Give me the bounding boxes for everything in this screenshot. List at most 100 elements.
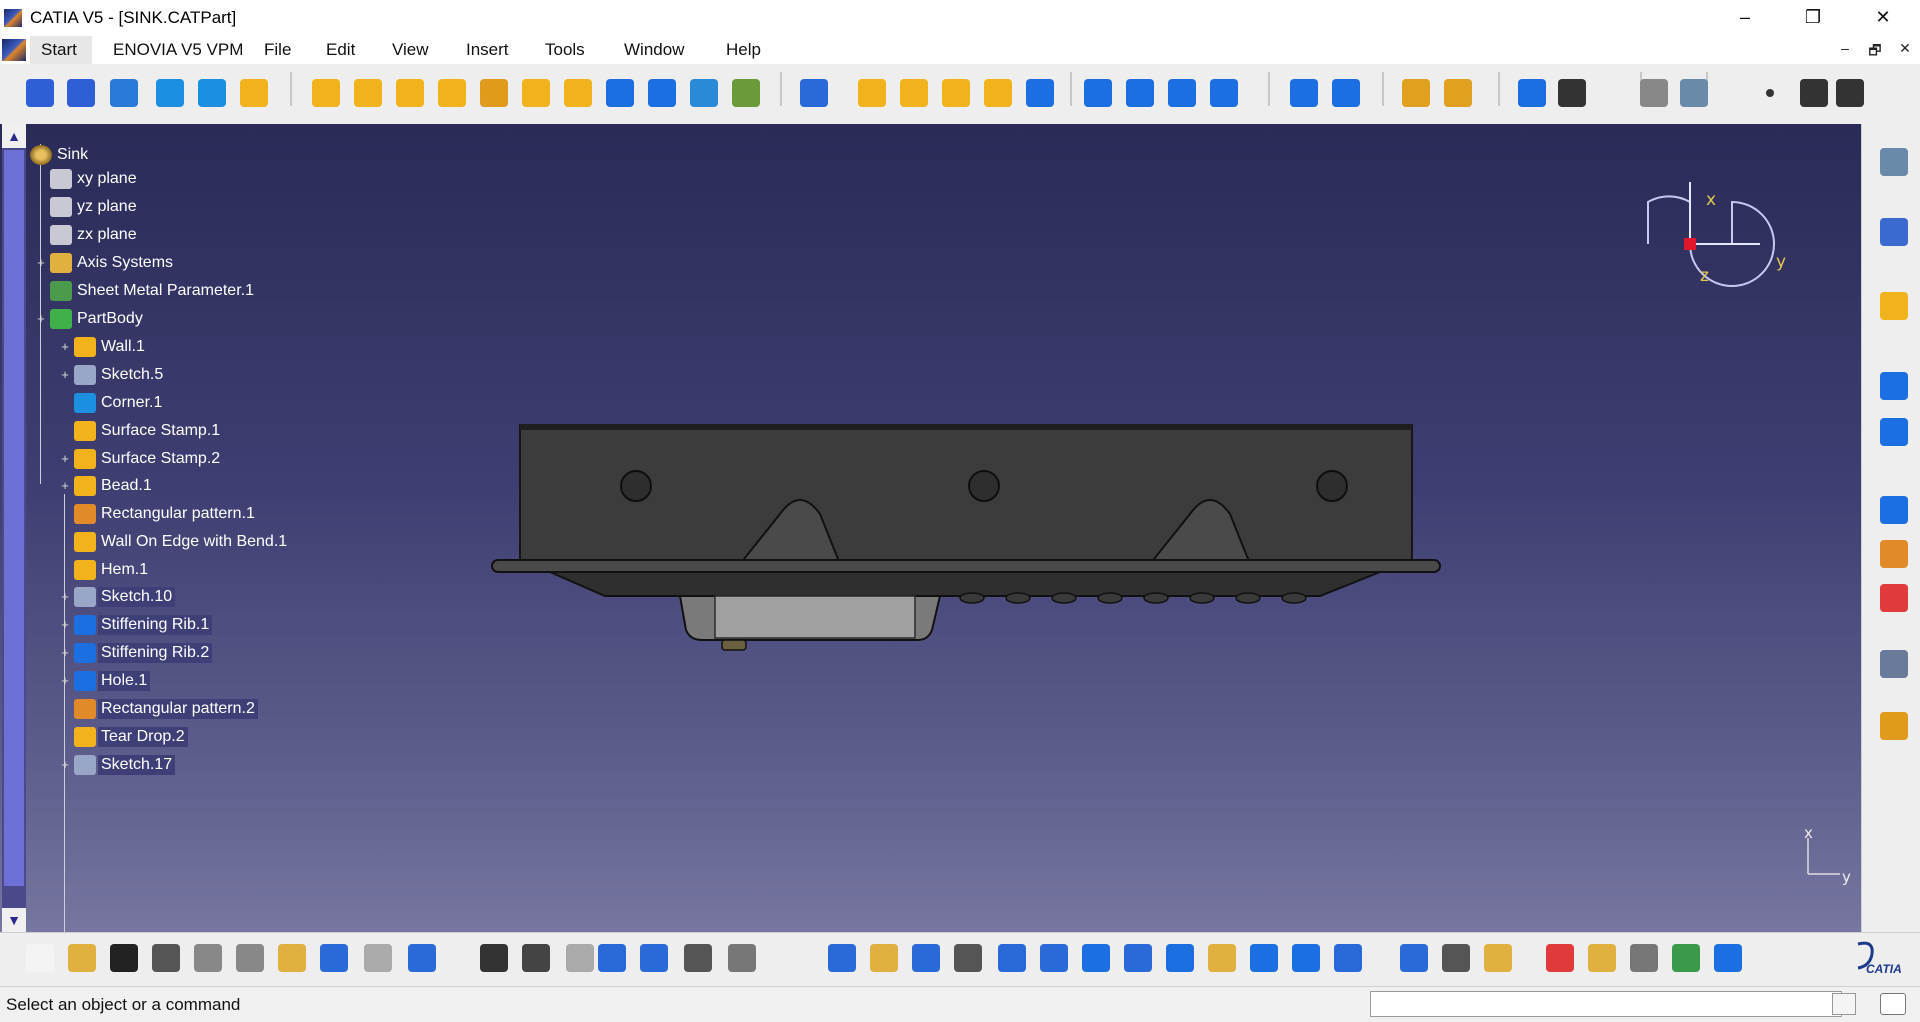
- bottom-toolbar-tool-icon[interactable]: [1400, 944, 1428, 972]
- expand-plus-icon[interactable]: +: [60, 340, 70, 353]
- toolbar-tool-icon[interactable]: [984, 79, 1012, 107]
- toolbar-tool-icon[interactable]: [438, 79, 466, 107]
- tree-node[interactable]: Surface Stamp.2: [74, 448, 223, 470]
- expand-plus-icon[interactable]: +: [60, 646, 70, 659]
- bottom-toolbar-tool-icon[interactable]: [1082, 944, 1110, 972]
- bottom-toolbar-tool-icon[interactable]: [684, 944, 712, 972]
- bottom-toolbar-tool-icon[interactable]: [26, 944, 54, 972]
- toolbar-tool-icon[interactable]: [156, 79, 184, 107]
- scroll-thumb[interactable]: [4, 150, 24, 886]
- tree-node[interactable]: Hem.1: [74, 559, 151, 581]
- toolbar-tool-icon[interactable]: [564, 79, 592, 107]
- expand-plus-icon[interactable]: +: [60, 368, 70, 381]
- close-button[interactable]: ✕: [1860, 0, 1906, 34]
- toolbar-tool-icon[interactable]: [522, 79, 550, 107]
- right-toolbar-tool-icon[interactable]: [1880, 650, 1908, 678]
- bottom-toolbar-tool-icon[interactable]: [566, 944, 594, 972]
- bottom-toolbar-tool-icon[interactable]: [1334, 944, 1362, 972]
- right-toolbar-tool-icon[interactable]: [1880, 148, 1908, 176]
- bottom-toolbar-tool-icon[interactable]: [598, 944, 626, 972]
- expand-plus-icon[interactable]: +: [60, 479, 70, 492]
- bottom-toolbar-tool-icon[interactable]: [728, 944, 756, 972]
- toolbar-tool-icon[interactable]: [1680, 79, 1708, 107]
- menu-start[interactable]: Start: [41, 40, 77, 60]
- bottom-toolbar-tool-icon[interactable]: [912, 944, 940, 972]
- toolbar-tool-icon[interactable]: [1290, 79, 1318, 107]
- bottom-toolbar-tool-icon[interactable]: [828, 944, 856, 972]
- compass[interactable]: [1640, 174, 1810, 304]
- bottom-toolbar-tool-icon[interactable]: [998, 944, 1026, 972]
- right-toolbar-tool-icon[interactable]: [1880, 584, 1908, 612]
- right-toolbar-tool-icon[interactable]: [1880, 540, 1908, 568]
- bottom-toolbar-tool-icon[interactable]: [1166, 944, 1194, 972]
- tree-scrollbar[interactable]: ▲ ▼: [2, 124, 26, 932]
- toolbar-tool-icon[interactable]: [396, 79, 424, 107]
- search-icon[interactable]: [1880, 993, 1906, 1015]
- toolbar-tool-icon[interactable]: [1168, 79, 1196, 107]
- bottom-toolbar-tool-icon[interactable]: [1630, 944, 1658, 972]
- tree-node[interactable]: Wall.1: [74, 336, 148, 358]
- right-toolbar-tool-icon[interactable]: [1880, 372, 1908, 400]
- toolbar-tool-icon[interactable]: [942, 79, 970, 107]
- bottom-toolbar-tool-icon[interactable]: [236, 944, 264, 972]
- toolbar-tool-icon[interactable]: [1444, 79, 1472, 107]
- bottom-toolbar-tool-icon[interactable]: [640, 944, 668, 972]
- menu-insert[interactable]: Insert: [466, 40, 509, 60]
- menu-tools[interactable]: Tools: [545, 40, 585, 60]
- toolbar-tool-icon[interactable]: [198, 79, 226, 107]
- sink-3d-model[interactable]: [470, 424, 1450, 674]
- bottom-toolbar-tool-icon[interactable]: [870, 944, 898, 972]
- tree-node[interactable]: Stiffening Rib.1: [74, 614, 213, 636]
- expand-plus-icon[interactable]: +: [60, 590, 70, 603]
- bottom-toolbar-tool-icon[interactable]: [408, 944, 436, 972]
- toolbar-tool-icon[interactable]: [858, 79, 886, 107]
- toolbar-tool-icon[interactable]: [26, 79, 54, 107]
- bottom-toolbar-tool-icon[interactable]: [152, 944, 180, 972]
- tree-node[interactable]: zx plane: [50, 224, 140, 246]
- menu-edit[interactable]: Edit: [326, 40, 355, 60]
- tree-node[interactable]: Sheet Metal Parameter.1: [50, 280, 257, 302]
- bottom-toolbar-tool-icon[interactable]: [1040, 944, 1068, 972]
- toolbar-tool-icon[interactable]: [110, 79, 138, 107]
- tree-node[interactable]: Rectangular pattern.1: [74, 503, 258, 525]
- expand-plus-icon[interactable]: +: [60, 758, 70, 771]
- right-toolbar-tool-icon[interactable]: [1880, 292, 1908, 320]
- tree-node[interactable]: Sketch.10: [74, 586, 176, 608]
- minimize-button[interactable]: –: [1722, 0, 1768, 34]
- tree-node[interactable]: yz plane: [50, 196, 140, 218]
- menu-file[interactable]: File: [264, 40, 291, 60]
- toolbar-tool-icon[interactable]: [800, 79, 828, 107]
- expand-plus-icon[interactable]: +: [36, 256, 46, 269]
- toolbar-tool-icon[interactable]: [1800, 79, 1828, 107]
- toolbar-tool-icon[interactable]: [1836, 79, 1864, 107]
- bottom-toolbar-tool-icon[interactable]: [1250, 944, 1278, 972]
- tree-node[interactable]: Axis Systems: [50, 252, 176, 274]
- tree-node[interactable]: Wall On Edge with Bend.1: [74, 531, 290, 553]
- bottom-toolbar-tool-icon[interactable]: [1588, 944, 1616, 972]
- restore-button[interactable]: ❐: [1790, 0, 1836, 34]
- tree-root[interactable]: Sink: [30, 144, 91, 166]
- scroll-down-arrow-icon[interactable]: ▼: [2, 908, 26, 932]
- tree-node[interactable]: Corner.1: [74, 392, 165, 414]
- toolbar-tool-icon[interactable]: [312, 79, 340, 107]
- expand-plus-icon[interactable]: +: [60, 618, 70, 631]
- toolbar-tool-icon[interactable]: [732, 79, 760, 107]
- tree-node[interactable]: Bead.1: [74, 475, 155, 497]
- toolbar-tool-icon[interactable]: [1210, 79, 1238, 107]
- tree-node[interactable]: Stiffening Rib.2: [74, 642, 213, 664]
- tree-node[interactable]: Rectangular pattern.2: [74, 698, 258, 720]
- toolbar-tool-icon[interactable]: [1026, 79, 1054, 107]
- catia-menu-icon[interactable]: [2, 39, 26, 61]
- toolbar-tool-icon[interactable]: [1640, 79, 1668, 107]
- bottom-toolbar-tool-icon[interactable]: [1672, 944, 1700, 972]
- toolbar-tool-icon[interactable]: [900, 79, 928, 107]
- command-history-button[interactable]: [1832, 993, 1856, 1015]
- bottom-toolbar-tool-icon[interactable]: [1208, 944, 1236, 972]
- right-toolbar-tool-icon[interactable]: [1880, 218, 1908, 246]
- doc-restore-button[interactable]: 🗗: [1864, 40, 1886, 60]
- doc-minimize-button[interactable]: –: [1834, 40, 1856, 60]
- tree-node[interactable]: Hole.1: [74, 670, 151, 692]
- menu-view[interactable]: View: [392, 40, 429, 60]
- toolbar-tool-icon[interactable]: [1766, 89, 1774, 97]
- bottom-toolbar-tool-icon[interactable]: [480, 944, 508, 972]
